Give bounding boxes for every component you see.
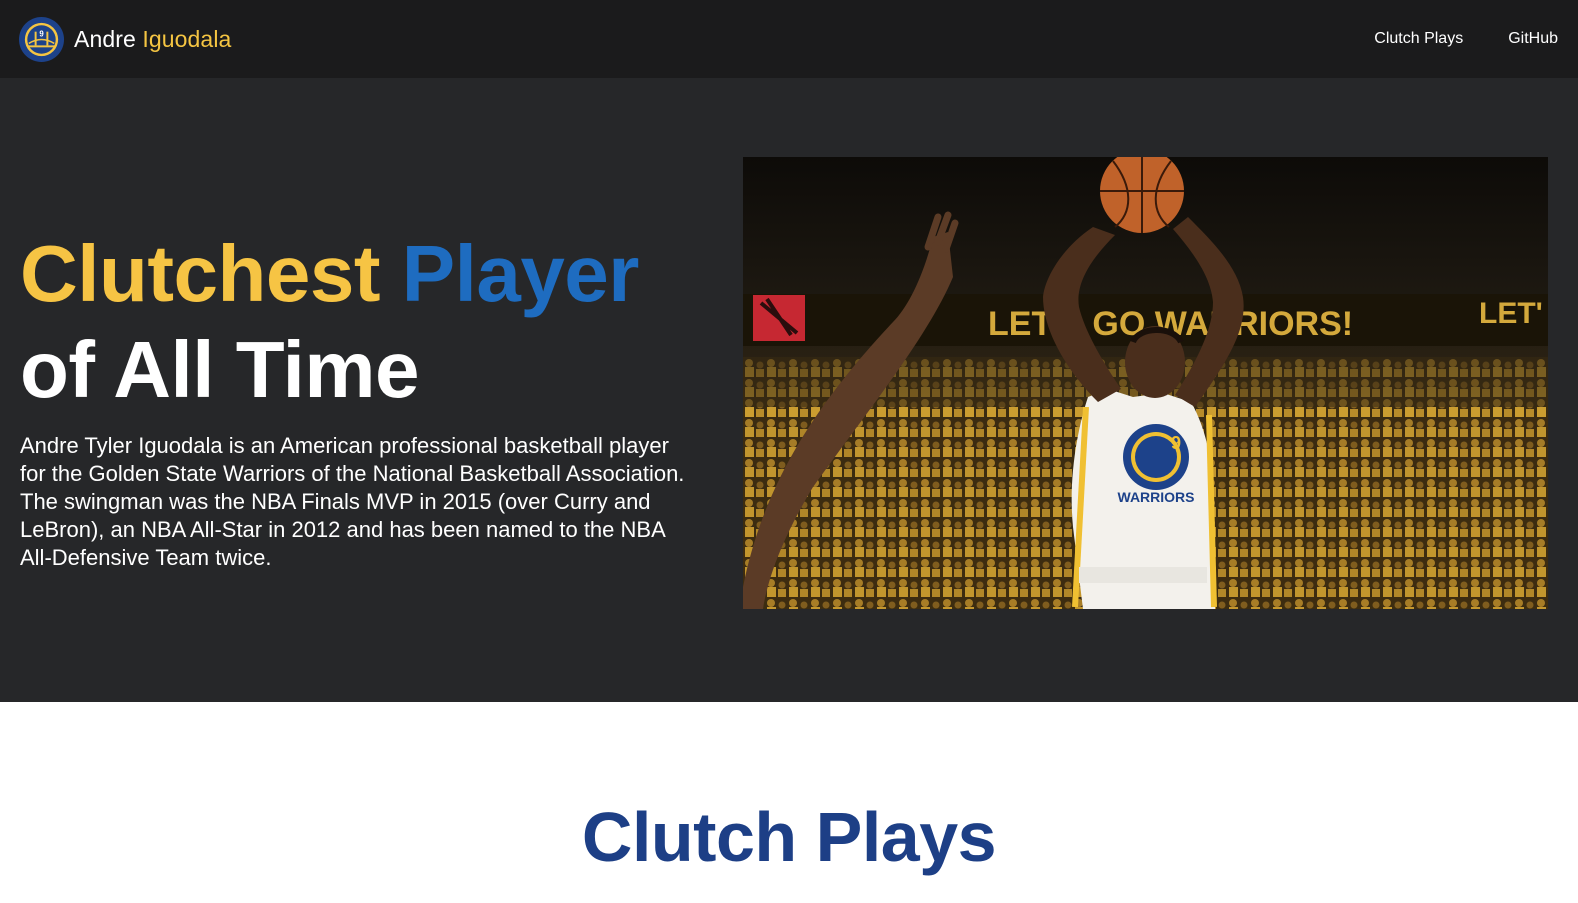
nav-link-github[interactable]: GitHub	[1508, 30, 1558, 48]
navbar: 9 Andre Iguodala Clutch Plays GitHub	[0, 0, 1578, 78]
warriors-logo-icon: 9	[18, 16, 65, 62]
headline-word-player: Player	[401, 229, 640, 318]
nav-links: Clutch Plays GitHub	[1374, 30, 1558, 48]
svg-text:9: 9	[1171, 433, 1181, 453]
brand-home-link[interactable]: 9 Andre Iguodala	[18, 16, 231, 63]
hero-headline: Clutchest Player of All Time	[20, 226, 700, 418]
hero-bio: Andre Tyler Iguodala is an American prof…	[20, 433, 685, 570]
svg-text:LET': LET'	[1479, 297, 1543, 330]
nav-link-clutch-plays[interactable]: Clutch Plays	[1374, 30, 1463, 48]
svg-text:9: 9	[39, 29, 44, 38]
svg-text:WARRIORS: WARRIORS	[1118, 489, 1195, 505]
hero-section: Clutchest Player of All Time Andre Tyler…	[0, 78, 1578, 702]
player-shooting-image: LET'S GO WARRIORS! LET' 9 WARRIORS	[743, 157, 1548, 609]
headline-word-clutchest: Clutchest	[20, 229, 381, 318]
hero-photo: LET'S GO WARRIORS! LET' 9 WARRIORS	[743, 157, 1548, 609]
hero-text: Clutchest Player of All Time Andre Tyler…	[20, 226, 700, 572]
brand-name: Andre Iguodala	[74, 25, 232, 52]
headline-line-2: of All Time	[20, 325, 420, 414]
clutch-plays-heading: Clutch Plays	[581, 798, 997, 876]
